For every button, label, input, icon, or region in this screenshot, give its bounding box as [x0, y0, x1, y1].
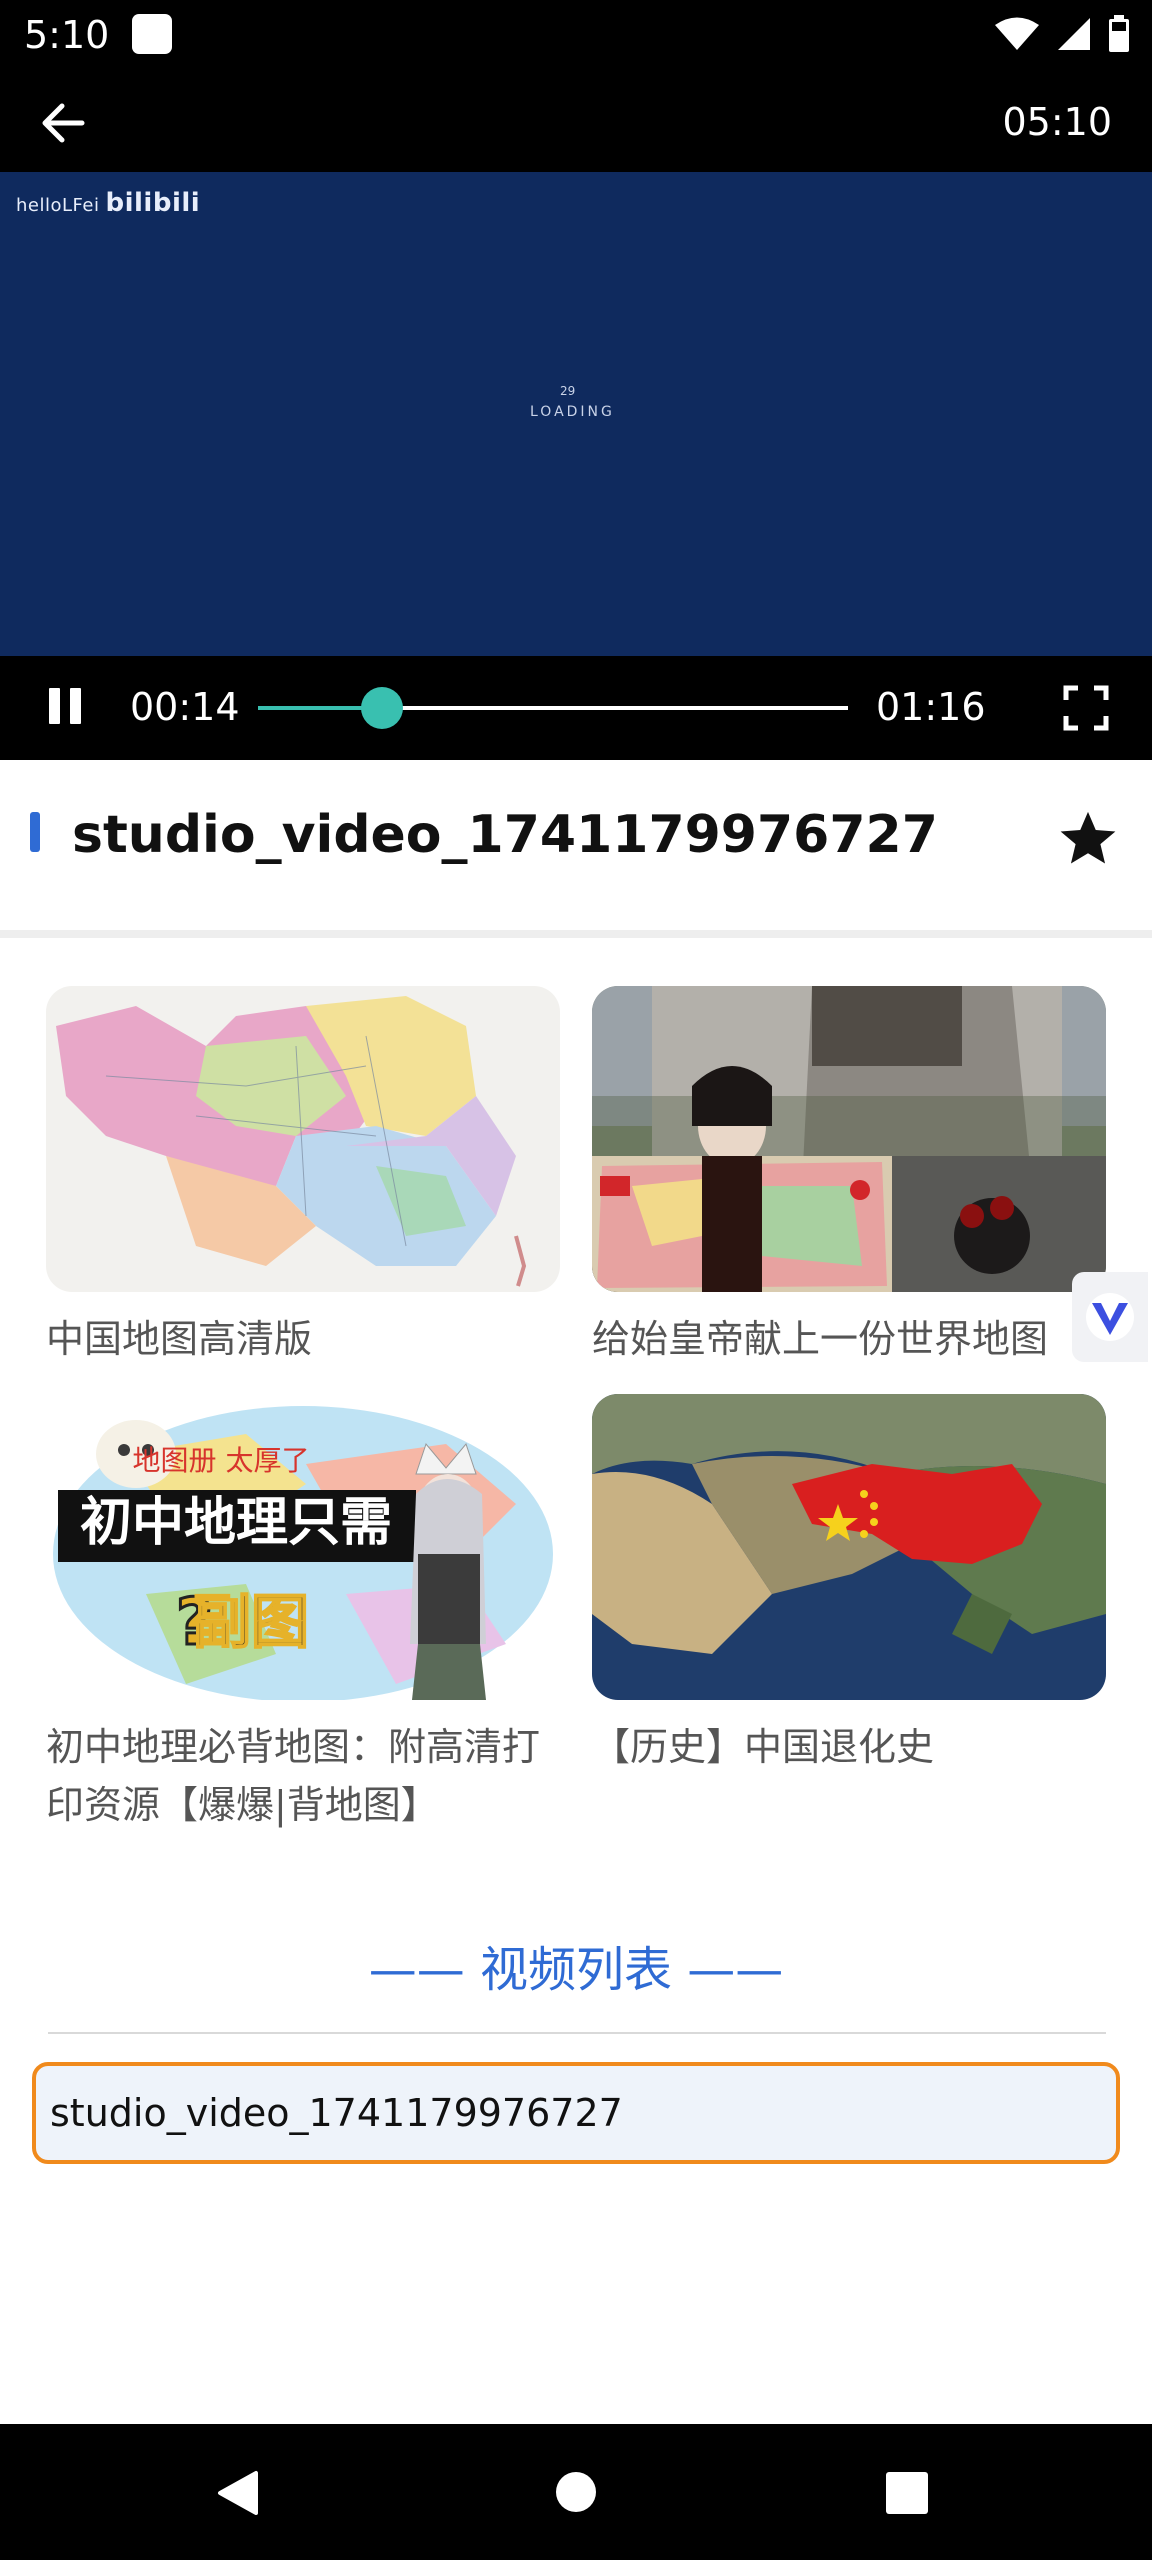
video-card-title: 【历史】中国退化史	[592, 1725, 935, 1769]
pause-icon[interactable]	[46, 678, 86, 734]
floating-assistant-icon[interactable]	[1072, 1272, 1148, 1362]
player-header: 05:10	[0, 70, 1152, 172]
recommended-video-card[interactable]: 中国地图高清版	[46, 986, 560, 1368]
notification-app-icon	[132, 14, 172, 54]
status-time: 5:10	[24, 13, 110, 57]
nav-home-icon[interactable]	[556, 2472, 596, 2512]
status-bar: 5:10	[0, 0, 1152, 70]
nav-back-icon[interactable]	[216, 2470, 260, 2516]
system-navigation-bar	[0, 2424, 1152, 2560]
video-thumbnail[interactable]	[46, 986, 560, 1292]
player-controls: 00:14 01:16	[0, 656, 1152, 760]
video-watermark: helloLFei bilibili	[16, 188, 200, 218]
video-thumbnail[interactable]: 地图册 太厚了 初中地理只需 ? 副图	[46, 1394, 560, 1700]
watermark-user: helloLFei	[16, 195, 100, 216]
player-clock: 05:10	[1002, 100, 1112, 144]
video-card-title: 初中地理必背地图：附高清打印资源【爆爆|背地图】	[46, 1725, 541, 1827]
video-thumbnail[interactable]	[592, 1394, 1106, 1700]
loading-label: LOADING	[530, 404, 615, 420]
back-arrow-icon[interactable]	[38, 98, 88, 148]
total-time: 01:16	[876, 685, 986, 729]
thumb-overlay-main: 初中地理只需	[80, 1493, 392, 1553]
video-list-heading: —— 视频列表 ——	[368, 1942, 784, 1998]
video-title: studio_video_1741179976727	[72, 805, 938, 865]
video-card-title: 给始皇帝献上一份世界地图	[592, 1317, 1049, 1361]
battery-icon	[1109, 15, 1129, 52]
loading-percent: 29	[560, 384, 576, 398]
thumb-overlay-top: 地图册 太厚了	[133, 1444, 310, 1477]
seek-bar[interactable]	[258, 687, 848, 729]
watermark-logo: bilibili	[105, 188, 201, 218]
recommended-video-card[interactable]: 地图册 太厚了 初中地理只需 ? 副图 初中地理必背地图：附高清打印资源【爆爆|…	[46, 1394, 560, 1834]
status-icons	[994, 14, 1130, 54]
section-divider	[0, 930, 1152, 938]
video-info: studio_video_1741179976727	[0, 760, 1152, 930]
video-player[interactable]: helloLFei bilibili 29 LOADING	[0, 172, 1152, 656]
recommended-video-card[interactable]: 给始皇帝献上一份世界地图	[592, 986, 1106, 1368]
list-divider	[48, 2032, 1106, 2034]
nav-recents-icon[interactable]	[886, 2472, 928, 2514]
video-card-title: 中国地图高清版	[46, 1317, 313, 1361]
favorite-star-icon[interactable]	[1056, 808, 1120, 870]
fullscreen-icon[interactable]	[1062, 684, 1110, 732]
video-thumbnail[interactable]	[592, 986, 1106, 1292]
recommended-video-card[interactable]: 【历史】中国退化史	[592, 1394, 1106, 1776]
wifi-icon	[995, 17, 1039, 50]
current-time: 00:14	[130, 685, 240, 729]
seek-thumb[interactable]	[360, 687, 403, 729]
signal-icon	[1058, 18, 1090, 50]
video-list-item[interactable]: studio_video_1741179976727	[32, 2062, 1120, 2164]
title-accent-bar	[30, 812, 40, 852]
thumb-overlay-sub: 副图	[193, 1588, 309, 1656]
